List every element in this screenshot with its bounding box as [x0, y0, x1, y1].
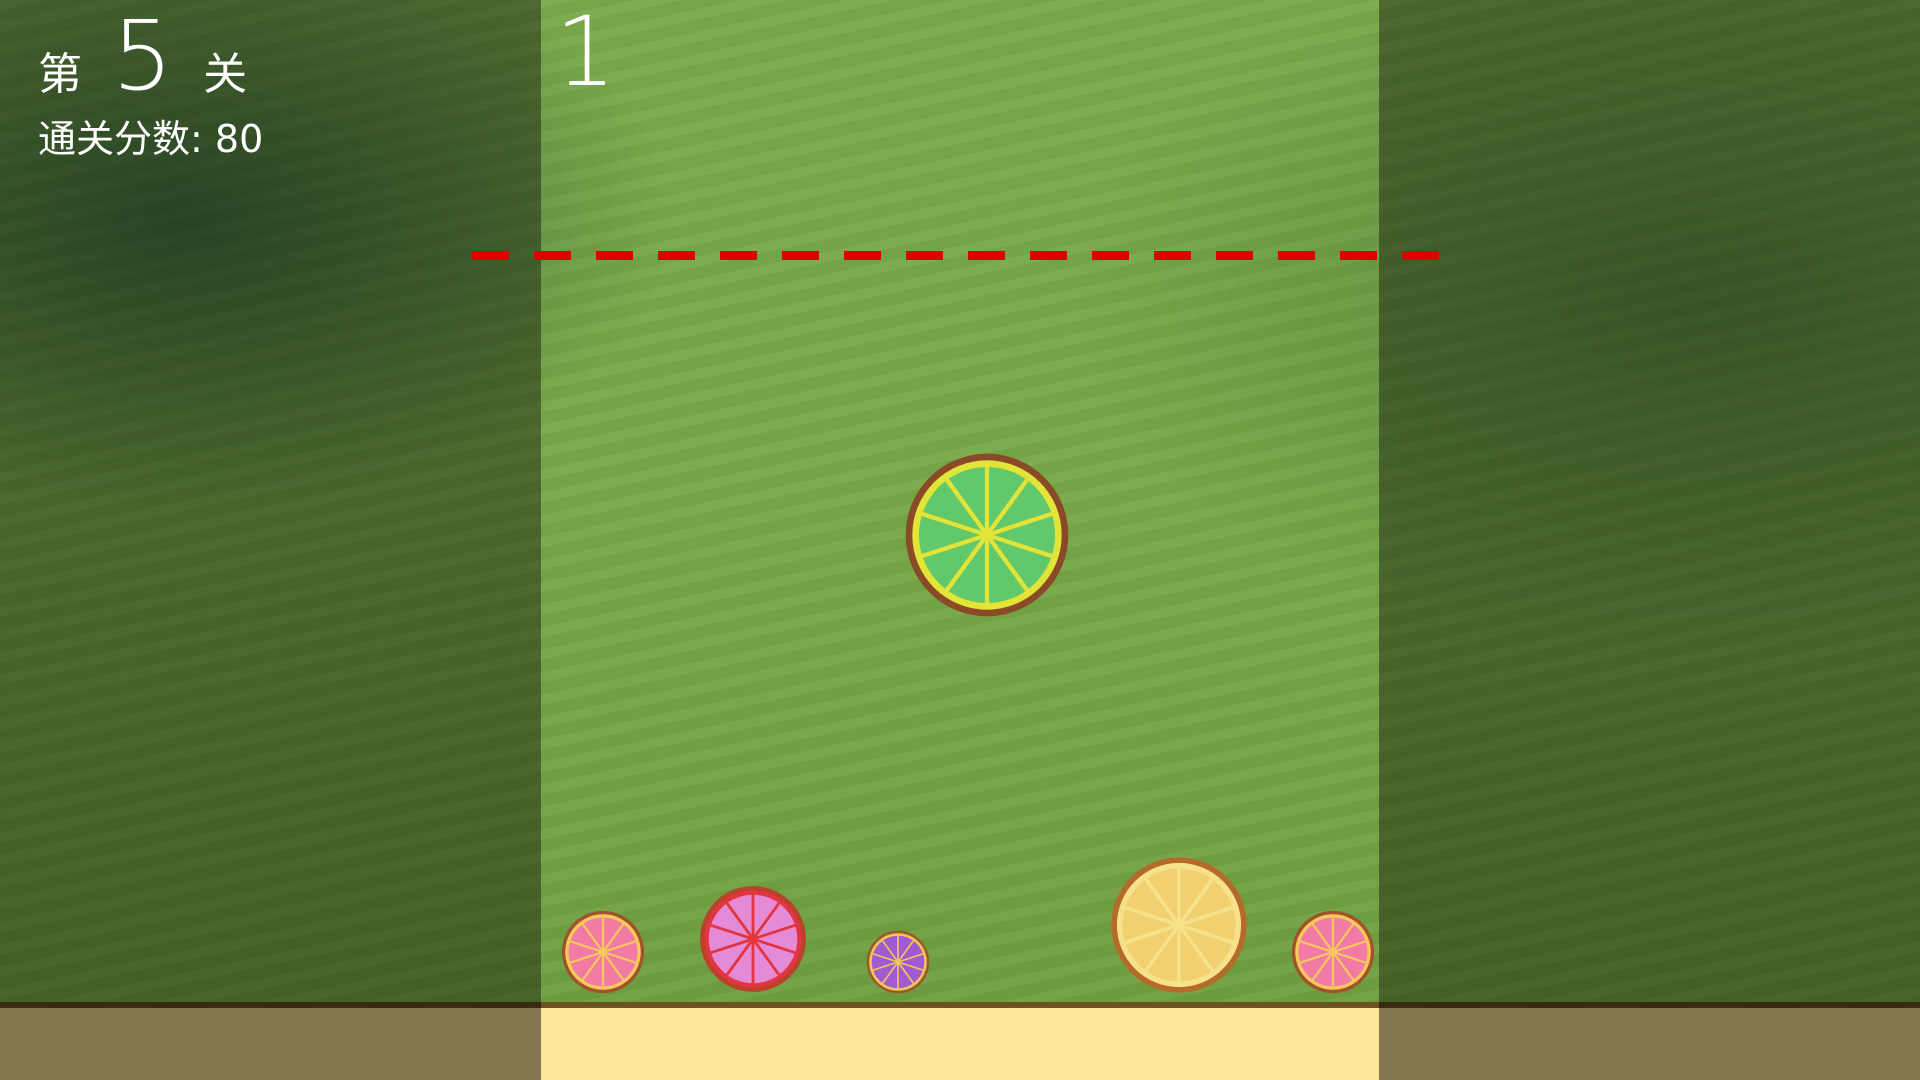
- level-suffix: 关: [203, 49, 248, 100]
- pink-citrus-slice-icon: [699, 885, 807, 993]
- level-number: 5: [112, 0, 174, 112]
- danger-line: [472, 251, 1448, 260]
- grapefruit-slice-icon: [1291, 910, 1375, 994]
- lime-slice-icon[interactable]: [904, 452, 1070, 618]
- ground-right-shade: [1379, 1002, 1920, 1080]
- ground-left-shade: [0, 1002, 541, 1080]
- level-prefix: 第: [38, 49, 82, 100]
- target-score-value: 80: [214, 117, 264, 161]
- target-score-label: 通关分数:: [38, 117, 203, 161]
- lemon-slice-icon: [1110, 856, 1248, 994]
- plum-slice-icon: [866, 930, 930, 994]
- target-score: 通关分数: 80: [38, 108, 263, 163]
- grapefruit-slice-icon: [561, 910, 645, 994]
- level-title: 第 5 关: [38, 8, 247, 104]
- right-side-shade: [1379, 0, 1920, 1080]
- current-score: 1: [555, 0, 617, 108]
